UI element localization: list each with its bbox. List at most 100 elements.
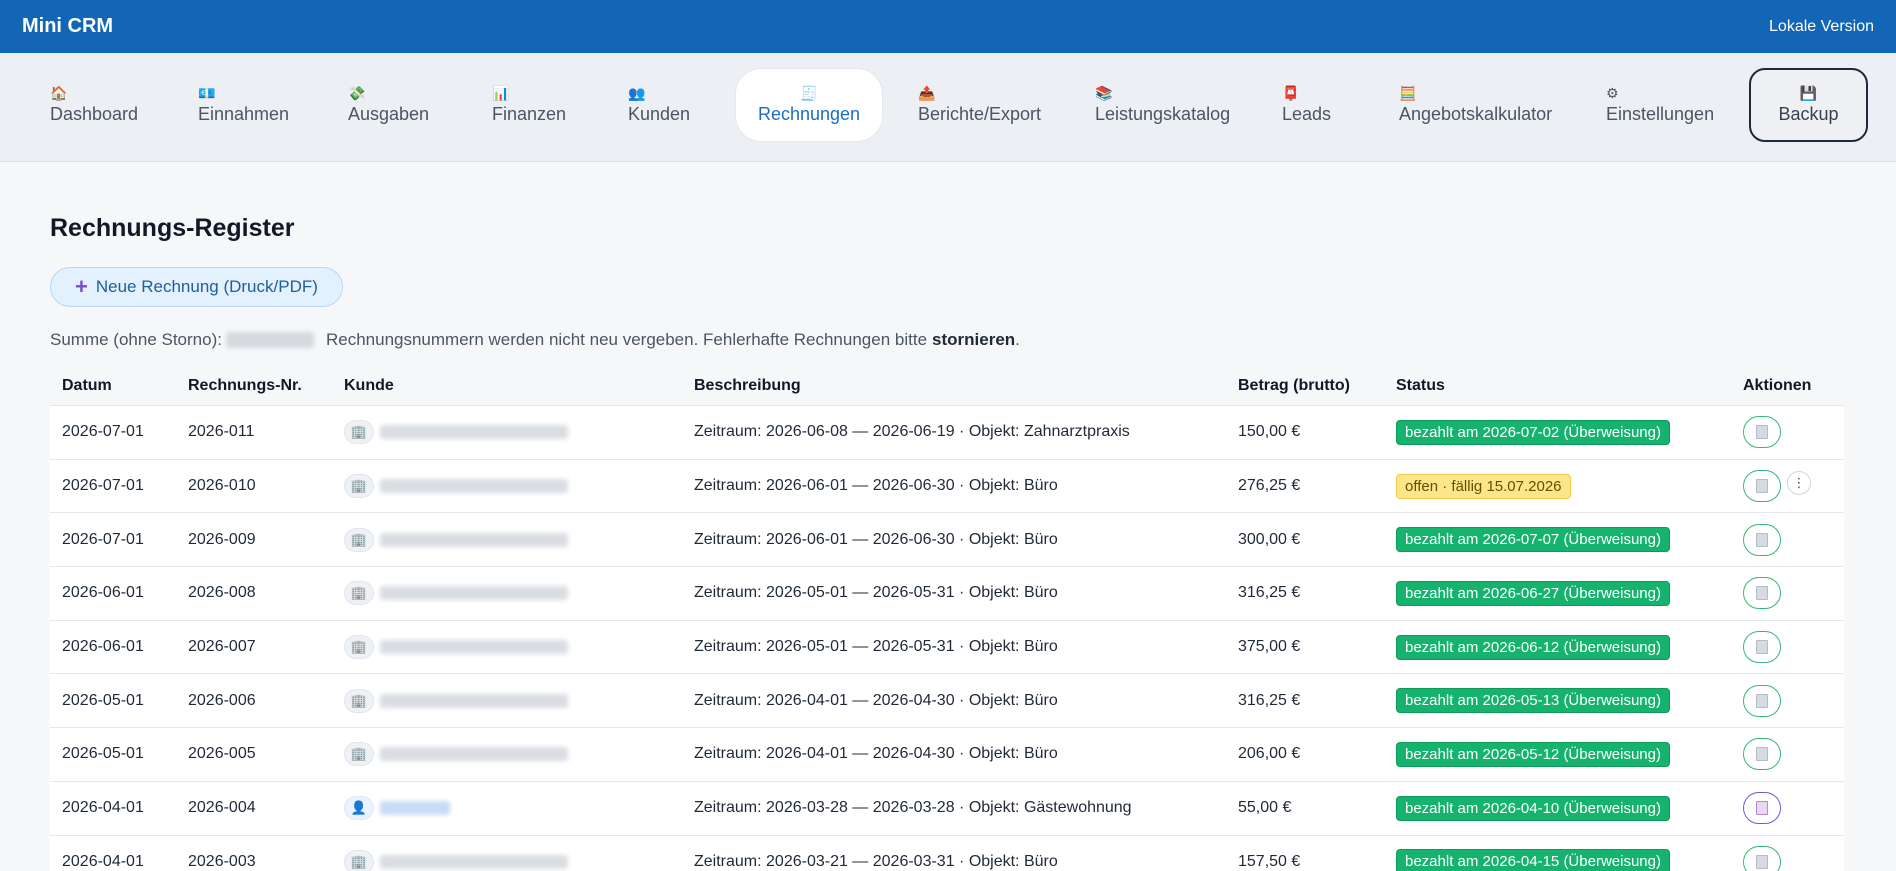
new-invoice-label: Neue Rechnung (Druck/PDF) — [95, 277, 318, 296]
status-badge: bezahlt am 2026-05-12 (Überweisung) — [1396, 741, 1670, 767]
cell-betrag: 55,00 € — [1238, 799, 1292, 817]
cell-kunde[interactable]: 🏢 — [332, 688, 682, 713]
cell-rechnungsnr: 2026-006 — [188, 691, 256, 709]
header-kunde[interactable]: Kunde — [332, 377, 682, 395]
cell-kunde[interactable]: 🏢 — [332, 474, 682, 499]
nav-einnahmen[interactable]: 💶 Einnahmen — [188, 68, 289, 142]
status-badge: bezahlt am 2026-06-27 (Überweisung) — [1396, 580, 1670, 606]
cell-kunde[interactable]: 🏢 — [332, 635, 682, 660]
building-icon: 🏢 — [344, 849, 374, 871]
nav-einstellungen[interactable]: ⚙ Einstellungen — [1596, 68, 1721, 142]
invoice-table: Datum Rechnungs-Nr. Kunde Beschreibung B… — [50, 366, 1844, 871]
status-badge: offen · fällig 15.07.2026 — [1396, 473, 1571, 499]
nav-finanzen[interactable]: 📊 Finanzen — [482, 68, 567, 142]
cell-betrag: 316,25 € — [1238, 584, 1301, 602]
cell-datum: 2026-04-01 — [62, 852, 144, 870]
cell-status: offen · fällig 15.07.2026 — [1384, 473, 1731, 499]
table-row[interactable]: 2026-05-01 2026-006 🏢 Zeitraum: 2026-04-… — [50, 674, 1844, 729]
status-badge: bezahlt am 2026-07-07 (Überweisung) — [1396, 527, 1670, 553]
inbox-icon: 📮 — [1282, 85, 1300, 101]
table-row[interactable]: 2026-07-01 2026-010 🏢 Zeitraum: 2026-06-… — [50, 459, 1844, 514]
cell-aktionen — [1731, 577, 1844, 610]
header-beschreibung[interactable]: Beschreibung — [682, 377, 1226, 395]
building-icon: 🏢 — [344, 688, 374, 713]
table-row[interactable]: 2026-04-01 2026-003 🏢 Zeitraum: 2026-03-… — [50, 835, 1844, 871]
nav-dashboard[interactable]: 🏠 Dashboard — [40, 68, 138, 142]
new-invoice-button[interactable]: + Neue Rechnung (Druck/PDF) — [50, 267, 343, 307]
summary-note-end: . — [1015, 330, 1020, 349]
cell-status: bezahlt am 2026-06-27 (Überweisung) — [1384, 580, 1731, 606]
nav-leistungskatalog[interactable]: 📚 Leistungskatalog — [1085, 68, 1240, 142]
header-betrag[interactable]: Betrag (brutto) — [1226, 377, 1384, 395]
cell-aktionen — [1731, 738, 1844, 771]
save-icon: 💾 — [1799, 85, 1818, 101]
nav-label: Leistungskatalog — [1095, 104, 1231, 124]
cell-kunde[interactable]: 🏢 — [332, 420, 682, 445]
customer-name-redacted — [380, 640, 568, 655]
nav-label: Angebotskalkulator — [1399, 104, 1553, 124]
customer-name-redacted — [380, 586, 568, 601]
status-badge: bezahlt am 2026-07-02 (Überweisung) — [1396, 419, 1670, 445]
open-invoice-button[interactable] — [1743, 470, 1781, 503]
header-datum[interactable]: Datum — [50, 377, 176, 395]
cell-datum: 2026-04-01 — [62, 799, 144, 817]
table-row[interactable]: 2026-04-01 2026-004 👤 Zeitraum: 2026-03-… — [50, 781, 1844, 836]
nav-leads[interactable]: 📮 Leads — [1272, 68, 1342, 142]
cell-beschreibung: Zeitraum: 2026-03-21 — 2026-03-31 · Obje… — [694, 852, 1058, 870]
open-invoice-button[interactable] — [1743, 523, 1781, 556]
nav-label: Einstellungen — [1606, 104, 1715, 124]
table-row[interactable]: 2026-07-01 2026-011 🏢 Zeitraum: 2026-06-… — [50, 406, 1844, 460]
cell-aktionen — [1731, 523, 1844, 556]
nav-rechnungen[interactable]: 🧾 Rechnungen — [735, 68, 883, 142]
cell-betrag: 316,25 € — [1238, 691, 1301, 709]
version-label: Lokale Version — [1769, 17, 1874, 35]
nav-kunden[interactable]: 👥 Kunden — [618, 68, 698, 142]
open-invoice-button[interactable] — [1743, 416, 1781, 449]
cell-aktionen — [1731, 684, 1844, 717]
cell-kunde[interactable]: 🏢 — [332, 742, 682, 767]
nav-angebotskalkulator[interactable]: 🧮 Angebotskalkulator — [1389, 68, 1564, 142]
document-icon — [1756, 640, 1768, 655]
open-invoice-button[interactable] — [1743, 738, 1781, 771]
export-icon: 📤 — [918, 85, 936, 101]
cell-status: bezahlt am 2026-07-07 (Überweisung) — [1384, 527, 1731, 553]
cell-kunde[interactable]: 🏢 — [332, 527, 682, 552]
customer-name-redacted — [380, 854, 568, 869]
cell-beschreibung: Zeitraum: 2026-06-01 — 2026-06-30 · Obje… — [694, 477, 1058, 495]
summary-value-redacted — [225, 332, 314, 348]
books-icon: 📚 — [1095, 85, 1113, 101]
nav-berichte-export[interactable]: 📤 Berichte/Export — [908, 68, 1048, 142]
table-row[interactable]: 2026-06-01 2026-008 🏢 Zeitraum: 2026-05-… — [50, 567, 1844, 621]
header-rechnungsnr[interactable]: Rechnungs-Nr. — [176, 377, 332, 395]
money-icon: 💶 — [198, 85, 216, 101]
building-icon: 🏢 — [344, 420, 374, 445]
open-invoice-button[interactable] — [1743, 845, 1781, 871]
more-vertical-icon[interactable]: ⋮ — [1787, 471, 1811, 496]
cell-beschreibung: Zeitraum: 2026-04-01 — 2026-04-30 · Obje… — [694, 691, 1058, 709]
open-invoice-button[interactable] — [1743, 631, 1781, 664]
table-row[interactable]: 2026-06-01 2026-007 🏢 Zeitraum: 2026-05-… — [50, 620, 1844, 675]
cell-kunde[interactable]: 👤 — [332, 796, 682, 821]
customer-name-redacted[interactable] — [380, 801, 450, 816]
cell-status: bezahlt am 2026-07-02 (Überweisung) — [1384, 419, 1731, 445]
cell-kunde[interactable]: 🏢 — [332, 849, 682, 871]
document-icon — [1756, 586, 1768, 601]
open-invoice-button[interactable] — [1743, 577, 1781, 610]
document-icon — [1756, 532, 1768, 547]
cell-beschreibung: Zeitraum: 2026-05-01 — 2026-05-31 · Obje… — [694, 584, 1058, 602]
building-icon: 🏢 — [344, 581, 374, 606]
header-status[interactable]: Status — [1384, 377, 1731, 395]
backup-button[interactable]: 💾 Backup — [1749, 68, 1868, 142]
nav-label: Leads — [1282, 104, 1332, 124]
table-row[interactable]: 2026-07-01 2026-009 🏢 Zeitraum: 2026-06-… — [50, 513, 1844, 568]
cell-status: bezahlt am 2026-04-15 (Überweisung) — [1384, 849, 1731, 871]
building-icon: 🏢 — [344, 527, 374, 552]
nav-ausgaben[interactable]: 💸 Ausgaben — [338, 68, 433, 142]
table-row[interactable]: 2026-05-01 2026-005 🏢 Zeitraum: 2026-04-… — [50, 728, 1844, 782]
customer-name-redacted — [380, 479, 568, 494]
nav-label: Finanzen — [492, 104, 567, 124]
cell-rechnungsnr: 2026-008 — [188, 584, 256, 602]
cell-kunde[interactable]: 🏢 — [332, 581, 682, 606]
open-invoice-button[interactable] — [1743, 684, 1781, 717]
open-invoice-button[interactable] — [1743, 792, 1781, 825]
